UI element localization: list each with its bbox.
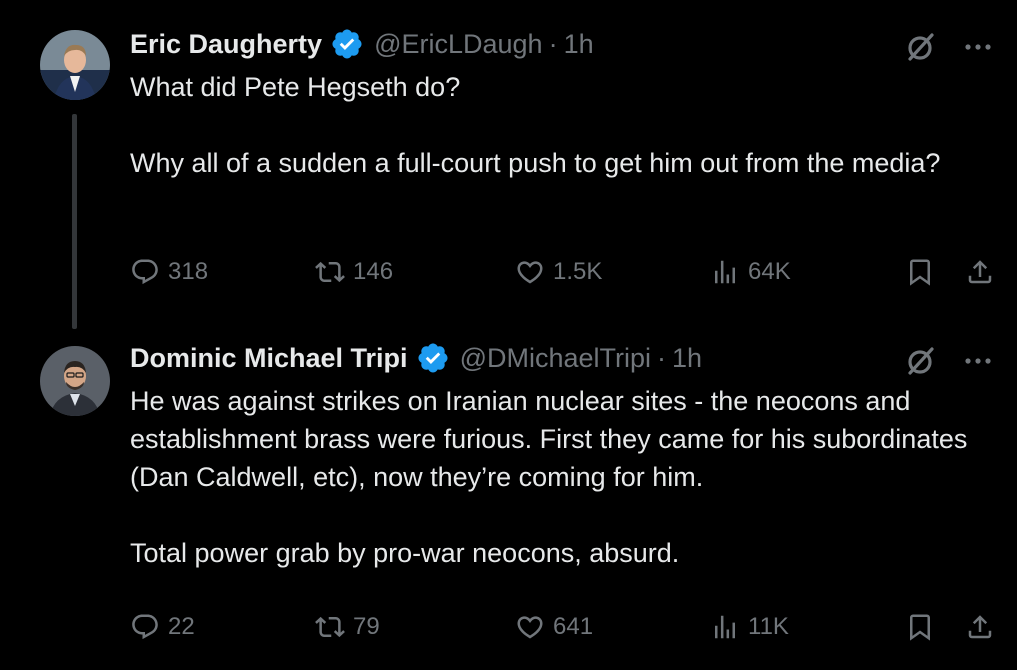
like-button[interactable]: 1.5K: [515, 252, 602, 292]
share-icon: [968, 260, 992, 284]
grok-icon[interactable]: [901, 342, 939, 380]
tweet-actions: 22 79 641 11K: [130, 607, 997, 647]
tweet-header: Eric Daugherty @EricLDaugh · 1h: [130, 26, 594, 62]
like-count: 641: [553, 613, 594, 640]
tweet-header: Dominic Michael Tripi @DMichaelTripi · 1…: [130, 340, 702, 376]
like-icon: [517, 616, 543, 639]
share-icon: [968, 615, 992, 639]
reply-icon: [132, 614, 158, 640]
views-count: 11K: [748, 613, 789, 640]
tweet[interactable]: Eric Daugherty @EricLDaugh · 1h What did…: [0, 0, 1017, 329]
avatar[interactable]: [40, 346, 110, 416]
author-handle[interactable]: @EricLDaugh: [374, 29, 543, 60]
grok-icon[interactable]: [901, 28, 939, 66]
tweet[interactable]: Dominic Michael Tripi @DMichaelTripi · 1…: [0, 320, 1017, 670]
more-icon[interactable]: [961, 30, 995, 64]
tweet-text: What did Pete Hegseth do? Why all of a s…: [130, 68, 990, 182]
repost-icon: [315, 616, 345, 638]
verified-badge-icon: [418, 343, 448, 373]
author-name[interactable]: Eric Daugherty: [130, 29, 322, 60]
author-handle[interactable]: @DMichaelTripi: [460, 343, 651, 374]
tweet-header-actions: [901, 342, 995, 380]
views-icon: [715, 260, 735, 284]
share-button[interactable]: [965, 252, 995, 292]
like-icon: [517, 261, 543, 284]
reply-button[interactable]: 22: [130, 607, 195, 647]
timestamp[interactable]: 1h: [564, 29, 594, 60]
like-button[interactable]: 641: [515, 607, 593, 647]
reply-button[interactable]: 318: [130, 252, 208, 292]
repost-count: 79: [353, 613, 380, 640]
avatar[interactable]: [40, 30, 110, 100]
tweet-actions: 318 146 1.5K 64K: [130, 252, 997, 292]
views-count: 64K: [748, 258, 791, 285]
tweet-paragraph: He was against strikes on Iranian nuclea…: [130, 386, 968, 492]
views-button[interactable]: 64K: [710, 252, 791, 292]
thread-line: [72, 114, 77, 329]
share-button[interactable]: [965, 607, 995, 647]
author-name[interactable]: Dominic Michael Tripi: [130, 343, 408, 374]
timestamp[interactable]: 1h: [672, 343, 702, 374]
tweet-paragraph: What did Pete Hegseth do?: [130, 72, 461, 102]
like-count: 1.5K: [553, 258, 603, 285]
tweet-paragraph: Total power grab by pro-war neocons, abs…: [130, 538, 680, 568]
tweet-text: He was against strikes on Iranian nuclea…: [130, 382, 990, 572]
separator-dot: ·: [548, 28, 558, 59]
views-button[interactable]: 11K: [710, 607, 789, 647]
repost-count: 146: [353, 258, 394, 285]
more-icon[interactable]: [961, 344, 995, 378]
tweet-paragraph: Why all of a sudden a full-court push to…: [130, 148, 941, 178]
verified-badge-icon: [332, 29, 362, 59]
bookmark-button[interactable]: [905, 252, 935, 292]
bookmark-icon: [910, 259, 930, 286]
repost-button[interactable]: 146: [315, 252, 393, 292]
tweet-header-actions: [901, 28, 995, 66]
repost-icon: [315, 261, 345, 283]
reply-count: 22: [168, 613, 195, 640]
views-icon: [715, 615, 735, 639]
repost-button[interactable]: 79: [315, 607, 380, 647]
reply-icon: [132, 259, 158, 285]
bookmark-button[interactable]: [905, 607, 935, 647]
separator-dot: ·: [657, 342, 667, 373]
bookmark-icon: [910, 614, 930, 641]
reply-count: 318: [168, 258, 209, 285]
